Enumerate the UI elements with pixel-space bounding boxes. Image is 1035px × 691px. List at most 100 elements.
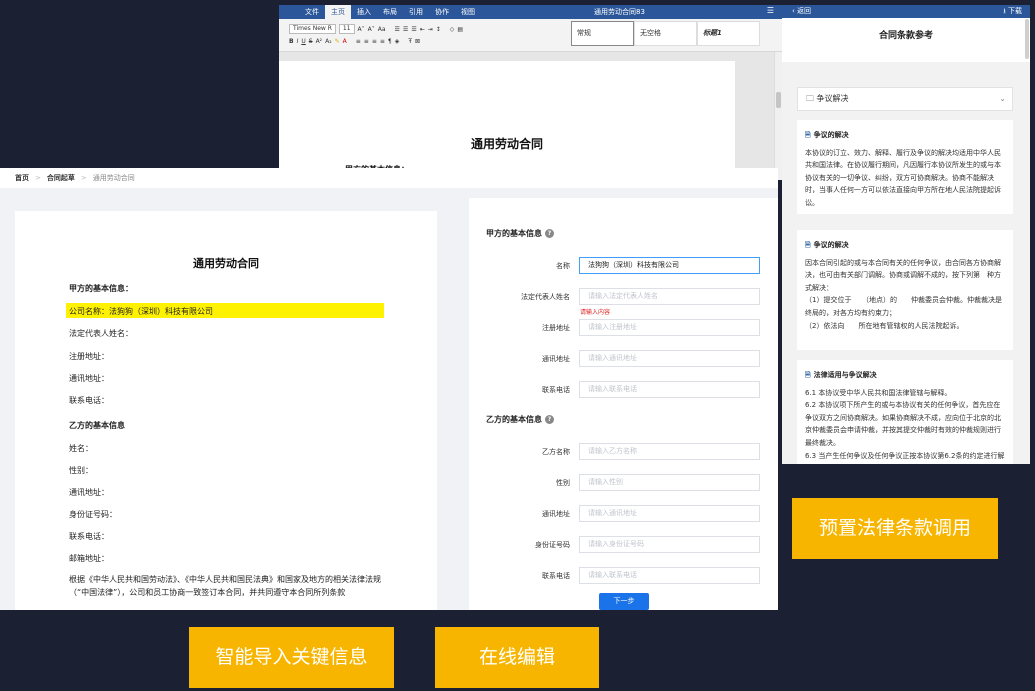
field-label: 通讯地址 <box>542 510 570 518</box>
word-scrollbar[interactable] <box>774 52 782 180</box>
line-spacing-icon[interactable]: ↕ <box>436 26 441 33</box>
multilevel-list-icon[interactable]: ☰ <box>411 26 416 33</box>
tab-insert[interactable]: 插入 <box>351 5 377 19</box>
tab-file[interactable]: 文件 <box>299 5 325 19</box>
breadcrumb-home[interactable]: 首页 <box>15 174 29 182</box>
style-normal[interactable]: 常规 <box>571 21 634 46</box>
superscript-icon[interactable]: A² <box>316 38 323 45</box>
clause-card[interactable]: 🗎 争议的解决 本协议的订立、效力、解释、履行及争议的解决均适用中华人民共和国法律… <box>797 120 1013 214</box>
gender-input[interactable]: 请输入性别 <box>579 474 760 491</box>
breadcrumb-separator: > <box>80 174 87 182</box>
chevron-down-icon[interactable]: ⌄ <box>999 88 1006 110</box>
party-b-title: 乙方的基本信息 <box>69 421 125 430</box>
help-icon[interactable]: ? <box>545 229 554 238</box>
field-label: 通讯地址 <box>542 355 570 363</box>
style-heading-1[interactable]: 标题1 <box>697 21 760 46</box>
contract-preamble: 根据《中华人民共和国劳动法》、《中华人民共和国民法典》和国家及地方的相关法律法规… <box>69 575 381 597</box>
help-icon[interactable]: ? <box>545 415 554 424</box>
clause-card-text: （1）提交位于 （地点）的 仲裁委员会仲裁。仲裁裁决是终局的，对各方均有约束力； <box>805 296 1002 317</box>
clause-card-title: 争议的解决 <box>813 131 849 139</box>
grow-font-icon[interactable]: A˄ <box>358 26 365 33</box>
folder-icon: 🗀 <box>806 94 817 103</box>
document-icon: 🗎 <box>805 131 811 139</box>
bold-icon[interactable]: B <box>289 38 294 45</box>
feature-badge-smart-import: 智能导入关键信息 <box>189 627 394 688</box>
party-b-address-input[interactable]: 请输入通讯地址 <box>579 505 760 522</box>
registered-address-input[interactable]: 请输入注册地址 <box>579 319 760 336</box>
company-name-input[interactable]: 法狗狗（深圳）科技有限公司 <box>579 257 760 274</box>
align-center-icon[interactable]: ≡ <box>364 38 369 45</box>
download-button[interactable]: ⭳ 下载 <box>1003 5 1022 18</box>
fill-color-icon[interactable]: ◈ <box>395 38 400 45</box>
field-label: 联系电话 <box>542 386 570 394</box>
increase-indent-icon[interactable]: ⇥ <box>428 26 433 33</box>
strikethrough-icon[interactable]: S <box>309 38 313 45</box>
insert-box-icon[interactable]: ⊠ <box>415 38 420 45</box>
contract-preview: 通用劳动合同 甲方的基本信息： 公司名称：法狗狗（深圳）科技有限公司 法定代表人… <box>15 211 437 610</box>
italic-icon[interactable]: I <box>297 38 299 45</box>
clause-card[interactable]: 🗎 争议的解决 因本合同引起的或与本合同有关的任何争议，由合同各方协商解决，也可由… <box>797 230 1013 350</box>
shrink-font-icon[interactable]: A˅ <box>368 26 375 33</box>
style-gallery: 常规 无空格 标题1 <box>571 21 760 46</box>
party-b-name-input[interactable]: 请输入乙方名称 <box>579 443 760 460</box>
justify-icon[interactable]: ≡ <box>380 38 385 45</box>
clause-card-text: 6.2 本协议项下所产生的或与本协议有关的任何争议，首先应在争议双方之间协商解决… <box>805 401 1001 447</box>
style-no-spacing[interactable]: 无空格 <box>634 21 697 46</box>
styles-pane-icon[interactable]: Ŧ <box>408 38 412 45</box>
document-icon: 🗎 <box>805 241 811 249</box>
align-right-icon[interactable]: ≡ <box>372 38 377 45</box>
word-scroll-thumb[interactable] <box>776 92 781 108</box>
next-step-button[interactable]: 下一步 <box>599 593 649 610</box>
preview-line: 联系电话： <box>69 532 109 541</box>
clause-list: 🗀 争议解决 ⌄ 🗎 争议的解决 本协议的订立、效力、解释、履行及争议的解决均适用… <box>782 62 1030 464</box>
party-b-phone-input[interactable]: 请输入联系电话 <box>579 567 760 584</box>
hamburger-menu-icon[interactable]: ☰ <box>767 6 774 15</box>
clause-card-title: 争议的解决 <box>813 241 849 249</box>
word-page[interactable]: 通用劳动合同 甲方的基本信息： <box>279 61 735 180</box>
paragraph-mark-icon[interactable]: ¶ <box>388 38 392 45</box>
font-color-icon[interactable]: A <box>343 38 347 45</box>
tab-collaborate[interactable]: 协作 <box>429 5 455 19</box>
bullet-list-icon[interactable]: ☰ <box>395 26 400 33</box>
clause-scrollbar[interactable] <box>1025 19 1029 59</box>
word-editor-window: 文件 主页 插入 布局 引用 协作 视图 通用劳动合同83 ☰ Times Ne… <box>279 5 782 180</box>
tab-references[interactable]: 引用 <box>403 5 429 19</box>
preview-line: 通讯地址： <box>69 488 109 497</box>
category-accordion[interactable]: 🗀 争议解决 ⌄ <box>797 87 1013 111</box>
id-number-input[interactable]: 请输入身份证号码 <box>579 536 760 553</box>
clause-card[interactable]: 🗎 法律适用与争议解决 6.1 本协议受中华人民共和国法律管辖与解释。 6.2 本… <box>797 360 1013 464</box>
tab-view[interactable]: 视图 <box>455 5 481 19</box>
breadcrumb-drafting[interactable]: 合同起草 <box>47 174 75 182</box>
clear-format-icon[interactable]: ◇ <box>450 26 455 33</box>
clause-card-text: 6.1 本协议受中华人民共和国法律管辖与解释。 <box>805 388 952 397</box>
highlight-icon[interactable]: ✎ <box>335 38 340 45</box>
party-a-section-title: 甲方的基本信息? <box>486 228 554 239</box>
feature-badge-preset-clauses: 预置法律条款调用 <box>792 498 998 559</box>
field-label: 注册地址 <box>542 324 570 332</box>
field-label: 身份证号码 <box>535 541 570 549</box>
mailing-address-input[interactable]: 请输入通讯地址 <box>579 350 760 367</box>
phone-input[interactable]: 请输入联系电话 <box>579 381 760 398</box>
clause-card-text: 6.3 当产生任何争议及任何争议正按本协议第6.2条的约定进行解决时，除争议事项… <box>805 451 1005 460</box>
tab-home[interactable]: 主页 <box>325 5 351 19</box>
font-name-select[interactable]: Times New R <box>289 24 336 34</box>
back-button[interactable]: ‹ 返回 <box>792 5 811 18</box>
party-b-section-title: 乙方的基本信息? <box>486 414 554 425</box>
legal-rep-input[interactable]: 请输入法定代表人姓名 <box>579 288 760 305</box>
change-case-icon[interactable]: Aa <box>378 26 386 33</box>
font-size-select[interactable]: 11 <box>338 24 355 34</box>
subscript-icon[interactable]: A₂ <box>325 38 332 45</box>
align-left-icon[interactable]: ≡ <box>356 38 361 45</box>
breadcrumb: 首页 > 合同起草 > 通用劳动合同 <box>0 168 778 188</box>
word-canvas: 通用劳动合同 甲方的基本信息： <box>279 52 782 180</box>
document-icon: 🗎 <box>805 371 811 379</box>
underline-icon[interactable]: U <box>301 38 305 45</box>
clause-reference-panel: ‹ 返回 ⭳ 下载 合同条款参考 🗀 争议解决 ⌄ 🗎 争议的解决 本协议的订立、… <box>782 5 1030 464</box>
contract-heading: 通用劳动合同 <box>193 257 259 270</box>
tab-layout[interactable]: 布局 <box>377 5 403 19</box>
number-list-icon[interactable]: ☰ <box>403 26 408 33</box>
word-doc-heading: 通用劳动合同 <box>470 137 543 151</box>
shading-icon[interactable]: ▤ <box>457 26 463 33</box>
breadcrumb-separator: > <box>35 174 41 182</box>
decrease-indent-icon[interactable]: ⇤ <box>420 26 425 33</box>
